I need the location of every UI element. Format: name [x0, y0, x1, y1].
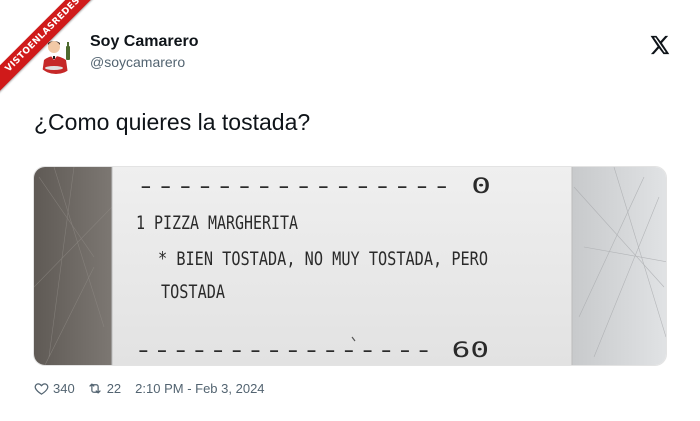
receipt-note-line-1: * BIEN TOSTADA, NO MUY TOSTADA, PERO	[158, 248, 488, 270]
retweet-stat[interactable]: 22	[87, 381, 121, 396]
receipt-bottom-line: ---------------- 60	[134, 338, 489, 362]
like-count: 340	[53, 380, 75, 396]
receipt-top-line: ---------------- 0	[136, 174, 491, 198]
receipt-note-line-2: TOSTADA	[161, 281, 225, 303]
tweet-timestamp[interactable]: 2:10 PM - Feb 3, 2024	[135, 381, 264, 396]
watermark-ribbon: VISTOENLASREDES	[0, 0, 120, 120]
receipt-item: 1 PIZZA MARGHERITA	[136, 212, 298, 234]
retweet-icon[interactable]	[87, 381, 103, 396]
tweet-footer: 340 22 2:10 PM - Feb 3, 2024	[34, 377, 265, 399]
like-stat[interactable]: 340	[34, 381, 75, 396]
watermark-text: VISTOENLASREDES	[0, 0, 110, 102]
tweet-card: VISTOENLASREDES Soy Camarero @soycamarer…	[0, 0, 700, 421]
retweet-count: 22	[106, 380, 122, 396]
receipt-photo: ---------------- 0 1 PIZZA MARGHERITA * …	[34, 167, 666, 365]
tweet-header: Soy Camarero @soycamarero	[34, 26, 670, 80]
heart-icon[interactable]	[34, 381, 49, 396]
tweet-photo[interactable]: ---------------- 0 1 PIZZA MARGHERITA * …	[33, 166, 667, 366]
x-logo-icon[interactable]	[648, 34, 670, 56]
